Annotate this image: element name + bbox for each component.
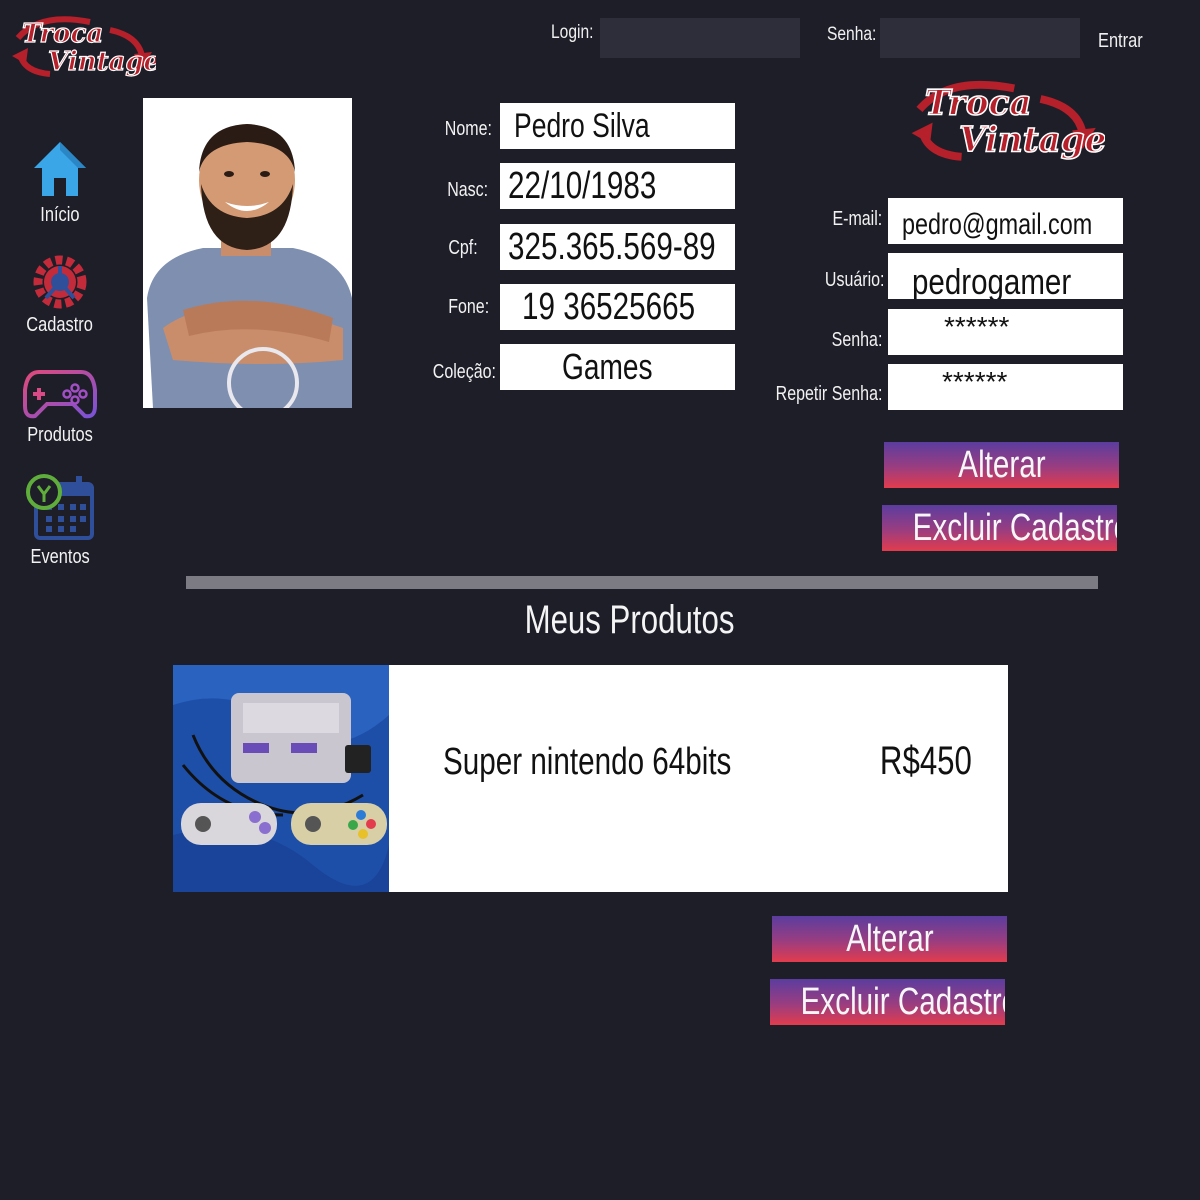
- sidebar-item-label: Eventos: [30, 546, 90, 568]
- cpf-value: 325.365.569-89: [508, 226, 716, 268]
- gamepad-icon: [23, 370, 97, 419]
- logo-line2: Vintage: [959, 121, 1105, 161]
- name-value: Pedro Silva: [514, 107, 650, 145]
- login-label: Login:: [551, 22, 594, 43]
- sidebar-item-label: Produtos: [27, 424, 93, 446]
- delete-profile-label: Excluir Cadastro: [912, 506, 1117, 549]
- sidebar-item-cadastro[interactable]: Cadastro: [14, 254, 106, 337]
- logo-graphic: Troca Vintage: [12, 16, 156, 78]
- enter-button[interactable]: Entrar: [1098, 30, 1143, 53]
- phone-value: 19 36525665: [522, 286, 696, 328]
- password-value: ******: [944, 311, 1010, 342]
- home-icon: [34, 142, 86, 196]
- section-divider: [186, 576, 1098, 589]
- logo-line1: Troca: [22, 19, 103, 49]
- collection-value: Games: [562, 346, 653, 387]
- products-title-text: Meus Produtos: [525, 598, 735, 642]
- birth-field[interactable]: 22/10/1983: [500, 163, 735, 209]
- name-label: Nome:: [444, 118, 492, 140]
- cpf-field[interactable]: 325.365.569-89: [500, 224, 735, 270]
- logo-line2: Vintage: [48, 47, 156, 77]
- products-title: Meus Produtos: [480, 598, 780, 643]
- product-card[interactable]: Super nintendo 64bits R$450: [173, 665, 1008, 892]
- sidebar-item-label: Início: [40, 204, 80, 226]
- profile-photo: [143, 98, 352, 408]
- password-label: Senha:: [827, 24, 877, 45]
- collection-label: Coleção:: [432, 361, 496, 383]
- repeat-password-value: ******: [942, 366, 1008, 397]
- product-name: Super nintendo 64bits: [443, 741, 732, 783]
- name-field[interactable]: Pedro Silva: [500, 103, 735, 149]
- birth-value: 22/10/1983: [508, 165, 657, 207]
- sidebar-item-inicio[interactable]: Início: [14, 140, 106, 227]
- email-label: E-mail:: [832, 208, 882, 230]
- brand-logo-large: Troca Vintage: [905, 70, 1105, 170]
- delete-product-label: Excluir Cadastro: [800, 980, 1005, 1023]
- calendar-icon: [26, 474, 94, 540]
- sidebar-item-label: Cadastro: [26, 314, 94, 336]
- brand-logo[interactable]: Troca Vintage: [10, 8, 156, 84]
- birth-label: Nasc:: [447, 179, 488, 201]
- cpf-label: Cpf:: [448, 237, 478, 259]
- delete-profile-button[interactable]: Excluir Cadastro: [882, 505, 1117, 551]
- product-price: R$450: [880, 739, 972, 783]
- alter-product-button[interactable]: Alterar: [772, 916, 1007, 962]
- email-value: pedro@gmail.com: [902, 208, 1093, 241]
- repeat-password-field[interactable]: ******: [888, 364, 1123, 410]
- alter-profile-label: Alterar: [957, 443, 1046, 486]
- login-input[interactable]: [600, 18, 800, 58]
- user-label: Usuário:: [824, 269, 884, 291]
- repeat-password-label: Repetir Senha:: [775, 383, 882, 405]
- alter-product-label: Alterar: [845, 917, 934, 960]
- logo-line1: Troca: [925, 84, 1032, 124]
- phone-label: Fone:: [448, 296, 489, 318]
- gear-icon: [33, 255, 87, 309]
- password-field[interactable]: ******: [888, 309, 1123, 355]
- user-value: pedrogamer: [912, 261, 1072, 299]
- collection-field[interactable]: Games: [500, 344, 735, 390]
- sidebar-item-eventos[interactable]: Eventos: [14, 472, 106, 569]
- password-field-label: Senha:: [831, 329, 882, 351]
- sidebar-item-produtos[interactable]: Produtos: [14, 366, 106, 447]
- user-field[interactable]: pedrogamer: [888, 253, 1123, 299]
- email-field[interactable]: pedro@gmail.com: [888, 198, 1123, 244]
- product-image: [173, 665, 389, 892]
- password-input[interactable]: [880, 18, 1080, 58]
- delete-product-button[interactable]: Excluir Cadastro: [770, 979, 1005, 1025]
- alter-profile-button[interactable]: Alterar: [884, 442, 1119, 488]
- phone-field[interactable]: 19 36525665: [500, 284, 735, 330]
